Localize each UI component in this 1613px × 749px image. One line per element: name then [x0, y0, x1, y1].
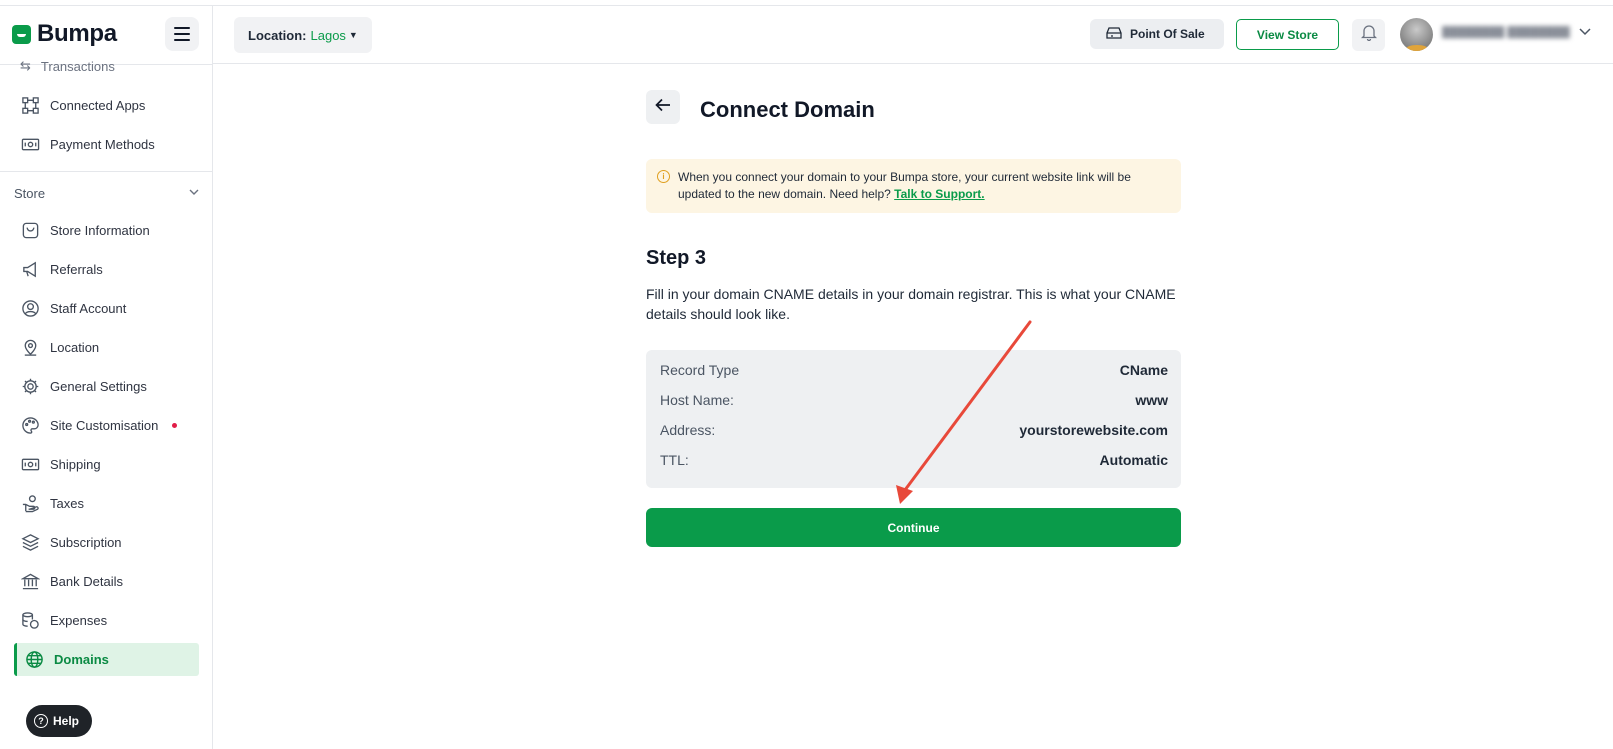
expenses-icon	[20, 610, 40, 630]
section-divider	[0, 171, 212, 172]
sidebar-item-label: Staff Account	[50, 300, 127, 316]
sidebar-item-payment-methods[interactable]: Payment Methods	[20, 128, 155, 160]
sidebar-item-label: Connected Apps	[50, 97, 146, 113]
sidebar-item-bank-details[interactable]: Bank Details	[20, 565, 123, 597]
continue-button[interactable]: Continue	[646, 508, 1181, 547]
sidebar-item-transactions[interactable]: ⇆ Transactions	[20, 58, 115, 74]
record-value: yourstorewebsite.com	[1019, 422, 1168, 438]
step-description: Fill in your domain CNAME details in you…	[646, 286, 1176, 322]
sidebar-item-connected-apps[interactable]: Connected Apps	[20, 89, 145, 121]
chevron-down-icon	[188, 186, 200, 201]
store-info-icon	[20, 220, 40, 240]
sidebar-item-label: Bank Details	[50, 573, 123, 589]
map-pin-icon	[20, 337, 40, 357]
sidebar-item-label: Payment Methods	[50, 136, 155, 152]
user-circle-icon	[20, 298, 40, 318]
sidebar-item-domains[interactable]: Domains	[14, 643, 199, 676]
palette-icon	[20, 415, 40, 435]
sidebar-item-label: Location	[50, 339, 100, 355]
record-value: Automatic	[1099, 452, 1168, 468]
page-title: Connect Domain	[700, 97, 875, 122]
brand-name: Bumpa	[37, 20, 117, 47]
sidebar-item-label: Shipping	[50, 456, 101, 472]
record-key: Address:	[660, 422, 716, 438]
caret-down-icon: ▼	[348, 30, 358, 40]
sidebar-item-store-information[interactable]: Store Information	[20, 214, 150, 246]
sidebar-item-label: Taxes	[50, 495, 84, 511]
layers-icon	[20, 532, 40, 552]
view-store-button[interactable]: View Store	[1236, 19, 1339, 50]
sidebar-item-label: Store Information	[50, 222, 150, 238]
section-header-store[interactable]: Store	[14, 182, 200, 204]
cname-records-box: Record Type CName Host Name: www Address…	[646, 350, 1181, 488]
location-label: Location:	[248, 27, 307, 43]
sidebar-item-site-customisation[interactable]: Site Customisation	[20, 409, 178, 441]
brand-logo[interactable]: Bumpa	[12, 20, 117, 48]
globe-icon	[24, 650, 44, 670]
pos-icon	[1106, 26, 1122, 43]
sidebar: Bumpa ⇆ Transactions Connected Apps Paym…	[0, 6, 213, 749]
bell-icon	[1360, 24, 1377, 46]
help-label: Help	[53, 714, 80, 728]
taxes-icon	[20, 493, 40, 513]
record-value: CName	[1119, 362, 1168, 378]
step-title: Step 3	[646, 247, 707, 269]
record-value: www	[1135, 392, 1168, 408]
arrow-left-icon	[655, 98, 671, 117]
sidebar-item-general-settings[interactable]: General Settings	[20, 370, 147, 402]
sidebar-item-expenses[interactable]: Expenses	[20, 604, 107, 636]
section-title: Store	[14, 185, 46, 201]
gear-icon	[20, 376, 40, 396]
sidebar-item-taxes[interactable]: Taxes	[20, 487, 84, 519]
sidebar-item-label: Referrals	[50, 261, 103, 277]
top-header: Location: Lagos ▼ Point Of Sale View Sto…	[213, 6, 1613, 64]
bank-icon	[20, 571, 40, 591]
help-button[interactable]: ? Help	[26, 705, 93, 737]
arrows-icon: ⇆	[20, 58, 31, 73]
payment-methods-icon	[20, 134, 40, 154]
megaphone-icon	[20, 259, 40, 279]
sidebar-item-location[interactable]: Location	[20, 331, 99, 363]
notifications-button[interactable]	[1352, 19, 1385, 51]
sidebar-item-label: Subscription	[50, 534, 122, 550]
info-icon: i	[657, 170, 670, 183]
pos-label: Point Of Sale	[1130, 27, 1205, 41]
talk-to-support-link[interactable]: Talk to Support.	[894, 187, 984, 201]
record-key: Record Type	[660, 362, 740, 378]
sidebar-item-referrals[interactable]: Referrals	[20, 253, 103, 285]
chevron-down-icon[interactable]	[1578, 24, 1592, 43]
back-button[interactable]	[646, 90, 680, 124]
app-root: Bumpa ⇆ Transactions Connected Apps Paym…	[0, 0, 1613, 749]
sidebar-item-subscription[interactable]: Subscription	[20, 526, 122, 558]
sidebar-nav[interactable]: ⇆ Transactions Connected Apps Payment Me…	[0, 58, 212, 749]
shipping-icon	[20, 454, 40, 474]
sidebar-item-label: Site Customisation	[50, 417, 159, 433]
user-avatar[interactable]	[1400, 18, 1433, 51]
sidebar-item-staff-account[interactable]: Staff Account	[20, 292, 126, 324]
record-key: Host Name:	[660, 392, 734, 408]
notification-dot	[172, 422, 178, 428]
hamburger-menu-button[interactable]	[165, 17, 199, 51]
connected-apps-icon	[20, 95, 40, 115]
point-of-sale-button[interactable]: Point Of Sale	[1090, 19, 1224, 49]
record-row: Record Type CName	[660, 362, 1168, 392]
sidebar-item-shipping[interactable]: Shipping	[20, 448, 101, 480]
info-notice: i When you connect your domain to your B…	[646, 159, 1181, 213]
record-row: TTL: Automatic	[660, 452, 1168, 482]
location-value: Lagos	[310, 27, 346, 43]
sidebar-item-label: General Settings	[50, 378, 147, 394]
sidebar-item-label: Domains	[54, 652, 109, 667]
bumpa-logo-icon	[12, 24, 31, 44]
location-selector[interactable]: Location: Lagos ▼	[234, 17, 372, 53]
record-row: Host Name: www	[660, 392, 1168, 422]
user-name-blurred[interactable]: ████████ ████████ ███	[1442, 26, 1572, 42]
sidebar-item-label: Expenses	[50, 612, 108, 628]
question-icon: ?	[34, 714, 48, 728]
record-row: Address: yourstorewebsite.com	[660, 422, 1168, 452]
record-key: TTL:	[660, 452, 689, 468]
